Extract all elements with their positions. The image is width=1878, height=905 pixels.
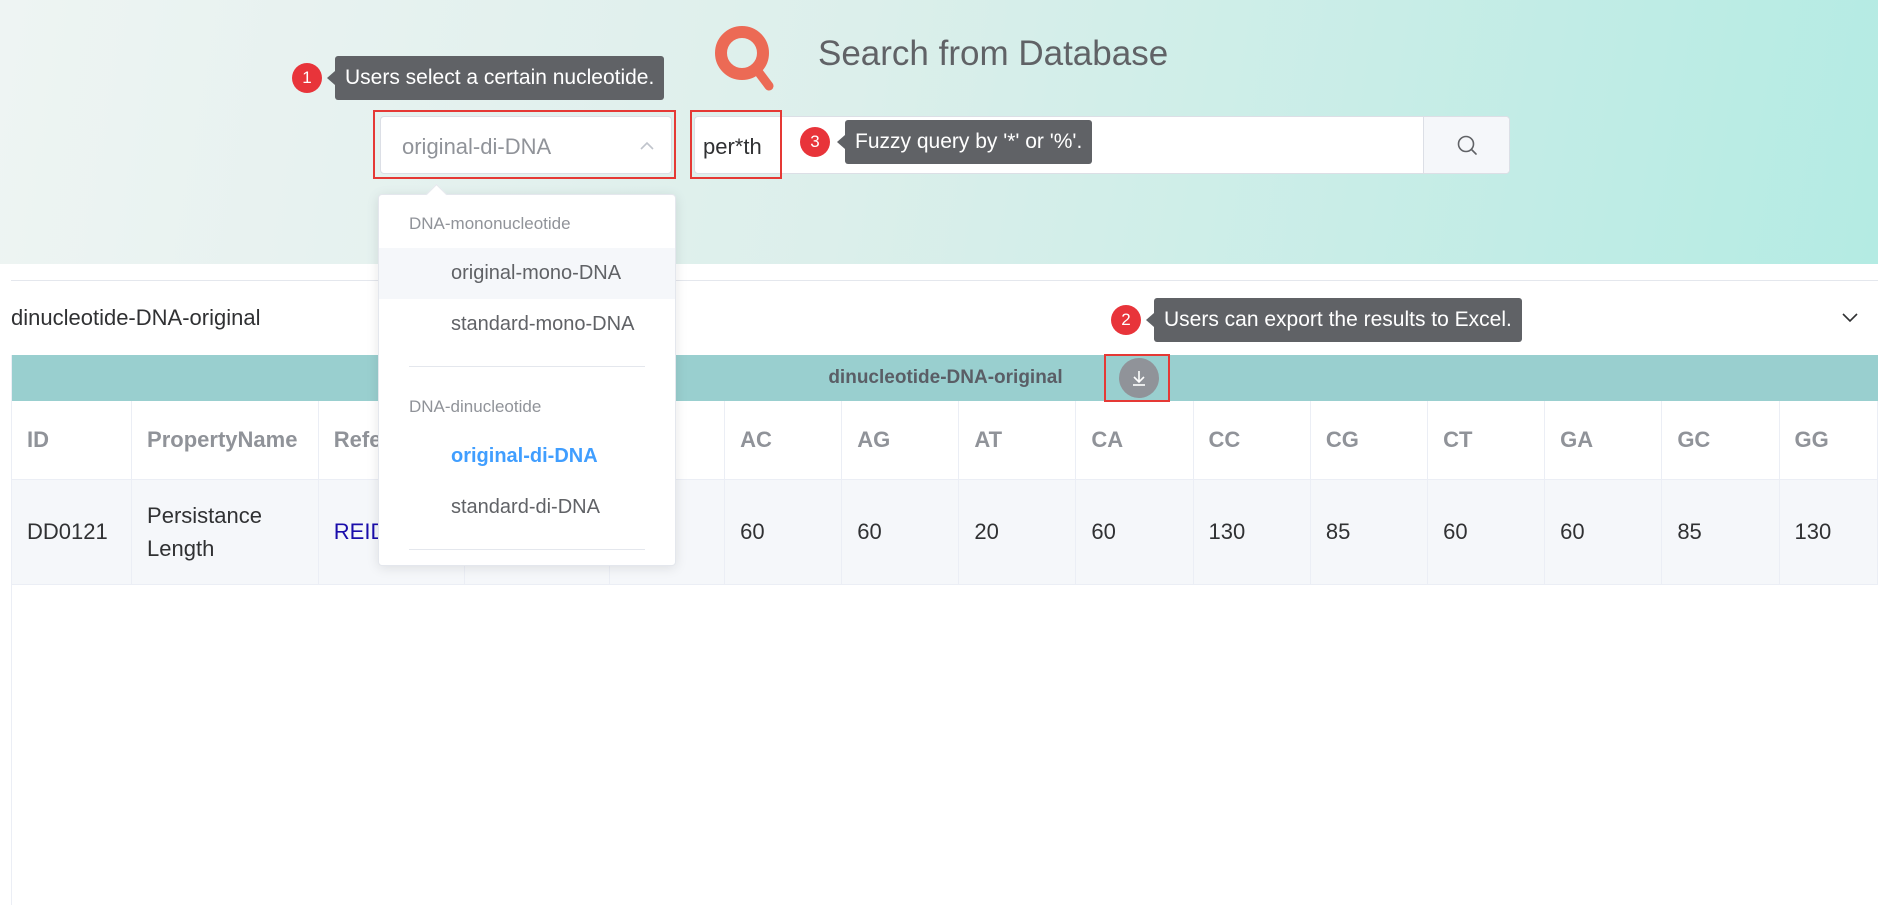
results-table: ID PropertyName Refe AC AG AT CA CC CG C… bbox=[12, 401, 1878, 585]
dropdown-group-label: DNA-mononucleotide bbox=[409, 214, 571, 233]
collapse-divider bbox=[11, 280, 1878, 281]
table-cell: DD0121 bbox=[12, 479, 133, 585]
table-cell: 85 bbox=[1310, 479, 1429, 585]
dropdown-option[interactable]: standard-di-DNA bbox=[379, 482, 675, 533]
table-cell: Persistance Length bbox=[131, 479, 319, 585]
table-row[interactable]: DD0121 Persistance Length REID 60 60 20 … bbox=[12, 479, 1878, 585]
column-header[interactable]: AC bbox=[724, 401, 843, 480]
annotation-badge-2: 2 bbox=[1111, 305, 1141, 335]
column-header[interactable]: GA bbox=[1544, 401, 1663, 480]
chevron-down-icon[interactable] bbox=[1838, 306, 1862, 330]
page-title: Search from Database bbox=[818, 34, 1169, 73]
column-header[interactable]: GC bbox=[1661, 401, 1780, 480]
table-cell: 60 bbox=[841, 479, 960, 585]
export-highlight-box bbox=[1104, 354, 1170, 402]
column-header[interactable]: PropertyName bbox=[131, 401, 319, 480]
table-cell: 60 bbox=[1427, 479, 1546, 585]
table-cell: 60 bbox=[724, 479, 843, 585]
table-cell: 130 bbox=[1193, 479, 1311, 585]
select-highlight-box bbox=[373, 110, 676, 179]
column-header[interactable]: AT bbox=[958, 401, 1077, 480]
dropdown-option[interactable]: original-mono-DNA bbox=[379, 248, 675, 299]
table-cell: 60 bbox=[1075, 479, 1194, 585]
annotation-tooltip-1: Users select a certain nucleotide. bbox=[326, 56, 665, 100]
table-cell: 60 bbox=[1544, 479, 1663, 585]
table-cell: 20 bbox=[958, 479, 1077, 585]
dropdown-option-selected[interactable]: original-di-DNA bbox=[379, 431, 675, 482]
column-header[interactable]: CG bbox=[1310, 401, 1429, 480]
annotation-badge-1: 1 bbox=[292, 63, 322, 93]
column-header[interactable]: AG bbox=[841, 401, 960, 480]
dropdown-option[interactable]: standard-mono-DNA bbox=[379, 299, 675, 350]
search-icon bbox=[1457, 135, 1477, 155]
dropdown-group-divider bbox=[409, 549, 645, 550]
column-header[interactable]: CC bbox=[1193, 401, 1311, 480]
magnifier-logo-icon bbox=[715, 26, 774, 91]
annotation-tooltip-2: Users can export the results to Excel. bbox=[1146, 298, 1522, 342]
table-caption-text: dinucleotide-DNA-original bbox=[828, 367, 1063, 388]
results-table-panel: dinucleotide-DNA-original ID PropertyNam… bbox=[11, 355, 1878, 905]
query-highlight-box bbox=[690, 110, 782, 179]
annotation-tooltip-3: Fuzzy query by '*' or '%'. bbox=[836, 120, 1093, 164]
table-cell: 130 bbox=[1779, 479, 1878, 585]
annotation-badge-3: 3 bbox=[800, 127, 830, 157]
column-header[interactable]: CA bbox=[1075, 401, 1194, 480]
column-header[interactable]: GG bbox=[1779, 401, 1878, 480]
collapse-title[interactable]: dinucleotide-DNA-original bbox=[11, 305, 260, 331]
search-button[interactable] bbox=[1423, 117, 1509, 173]
table-header-row: ID PropertyName Refe AC AG AT CA CC CG C… bbox=[12, 401, 1878, 480]
dropdown-group-divider bbox=[409, 366, 645, 367]
table-cell: 85 bbox=[1661, 479, 1780, 585]
table-caption: dinucleotide-DNA-original bbox=[12, 355, 1878, 401]
page: Search from Database original-di-DNA 1 U… bbox=[0, 0, 1878, 905]
dropdown-group-label: DNA-dinucleotide bbox=[409, 397, 542, 416]
column-header[interactable]: CT bbox=[1427, 401, 1546, 480]
column-header[interactable]: ID bbox=[12, 401, 133, 480]
nucleotide-dropdown: DNA-mononucleotide original-mono-DNA sta… bbox=[378, 194, 676, 566]
